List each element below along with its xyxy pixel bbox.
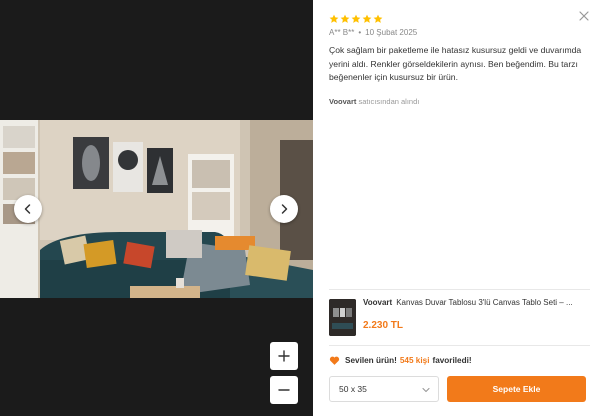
favorite-suffix: favoriledi! — [432, 356, 472, 365]
review-author: A** B** — [329, 28, 355, 37]
chevron-right-icon — [281, 204, 288, 214]
seller-name: Voovart — [329, 97, 357, 106]
zoom-out-button[interactable] — [270, 376, 298, 404]
seller-suffix: satıcısından alındı — [358, 97, 420, 106]
star-icon — [362, 14, 372, 23]
star-icon — [351, 14, 361, 23]
product-price: 2.230 TL — [363, 320, 404, 331]
image-viewer — [0, 0, 313, 416]
review-meta: A** B** • 10 Şubat 2025 — [329, 28, 417, 37]
review-date: 10 Şubat 2025 — [365, 28, 418, 37]
product-title[interactable]: Voovart Kanvas Duvar Tablosu 3'lü Canvas … — [363, 298, 593, 307]
chevron-down-icon — [422, 387, 430, 393]
product-image — [329, 299, 356, 336]
next-image-button[interactable] — [270, 195, 298, 223]
divider — [329, 345, 590, 346]
star-icon — [340, 14, 350, 23]
close-button[interactable] — [578, 10, 590, 22]
zoom-in-button[interactable] — [270, 342, 298, 370]
rating-stars — [329, 14, 383, 24]
favorite-label: Sevilen ürün! — [345, 356, 397, 365]
product-name: Kanvas Duvar Tablosu 3'lü Canvas Tablo S… — [396, 298, 573, 307]
previous-image-button[interactable] — [14, 195, 42, 223]
product-thumbnail[interactable] — [329, 299, 356, 336]
review-photo — [0, 120, 313, 298]
star-icon — [329, 14, 339, 23]
heart-icon — [329, 356, 340, 365]
star-icon — [373, 14, 383, 23]
review-panel: A** B** • 10 Şubat 2025 Çok sağlam bir pak… — [313, 0, 600, 416]
add-to-cart-button[interactable]: Sepete Ekle — [447, 376, 586, 402]
product-brand: Voovart — [363, 298, 393, 307]
close-icon — [579, 11, 589, 21]
plus-icon — [278, 350, 290, 362]
review-text: Çok sağlam bir paketleme ile hatasız kus… — [329, 45, 582, 82]
chevron-left-icon — [24, 204, 31, 214]
size-select[interactable]: 50 x 35 — [329, 376, 439, 402]
seller-info: Voovart satıcısından alındı — [329, 97, 419, 106]
favorite-info: Sevilen ürün! 545 kişi favoriledi! — [329, 355, 472, 366]
favorite-count: 545 kişi — [399, 356, 430, 365]
divider — [329, 289, 590, 290]
minus-icon — [278, 389, 290, 391]
size-selected-value: 50 x 35 — [339, 384, 367, 394]
meta-separator: • — [358, 28, 362, 37]
